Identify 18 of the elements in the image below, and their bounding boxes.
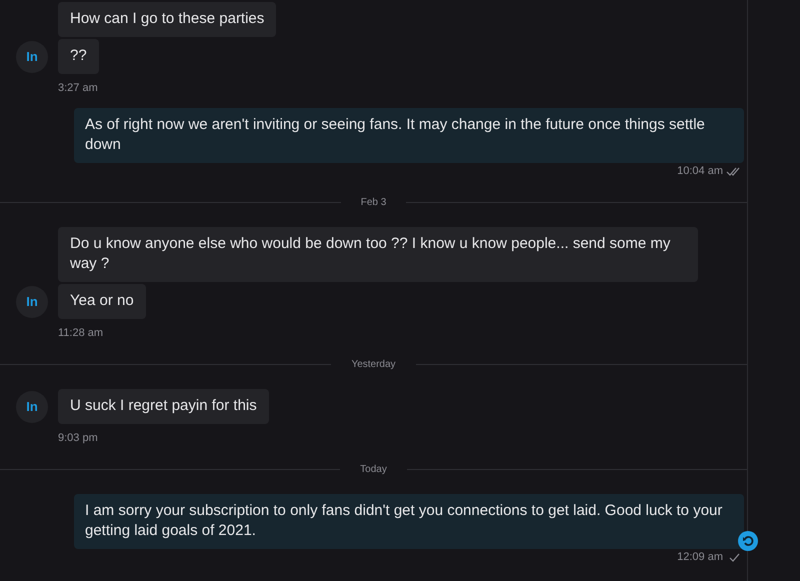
- date-separator: Today: [359, 464, 388, 475]
- message-bubble: Yea or no: [58, 284, 146, 319]
- message-bubble: How can I go to these parties: [58, 2, 276, 37]
- message-bubble: U suck I regret payin for this: [58, 389, 269, 424]
- avatar[interactable]: In: [16, 390, 48, 422]
- message-bubble: ??: [58, 39, 99, 74]
- avatar[interactable]: In: [16, 40, 48, 72]
- message-time: 11:28 am: [58, 327, 104, 339]
- avatar[interactable]: In: [16, 286, 48, 318]
- undo-icon[interactable]: [738, 531, 758, 551]
- message-bubble: Do u know anyone else who would be down too ?? I know u know people... send some my way ?: [58, 227, 698, 282]
- message-time: 10:04 am: [677, 165, 723, 177]
- message-bubble: As of right now we aren't inviting or seeing fans. It may change in the future once things settle down: [74, 108, 744, 163]
- date-separator: Feb 3: [360, 197, 388, 208]
- date-separator: Yesterday: [350, 359, 397, 370]
- message-time: 3:27 am: [58, 82, 98, 94]
- message-time: 9:03 pm: [58, 432, 98, 444]
- message-time: 12:09 am: [677, 551, 723, 563]
